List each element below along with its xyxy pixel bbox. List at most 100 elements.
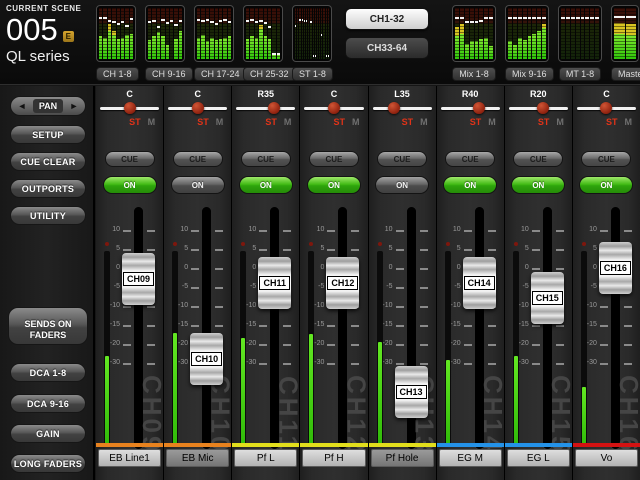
channel-color-bar [436, 443, 504, 447]
fader-knob[interactable]: CH12 [326, 257, 360, 309]
dca-9-16-button[interactable]: DCA 9-16 [10, 394, 86, 413]
fader-knob[interactable]: CH09 [122, 253, 155, 305]
utility-button[interactable]: UTILITY [10, 206, 86, 225]
fader-knob[interactable]: CH15 [530, 272, 564, 324]
level-meter-bar [512, 8, 517, 59]
level-meter-bar [263, 8, 268, 59]
meter-bank-button[interactable]: Master [611, 67, 640, 81]
pan-left-arrow-icon[interactable]: ◄ [11, 97, 33, 115]
level-meter-bar [214, 8, 219, 59]
meter-bank-button[interactable]: Mix 1-8 [452, 67, 496, 81]
pan-mode-control: ◄ PAN ► [10, 96, 86, 116]
sends-on-faders-button[interactable]: SENDS ON FADERS [8, 307, 88, 345]
channel-name[interactable]: Vo [574, 449, 638, 467]
pan-slider[interactable] [236, 102, 296, 114]
channel-name[interactable]: EG M [438, 449, 502, 467]
on-button[interactable]: ON [170, 176, 225, 194]
fader-position-marker [595, 17, 599, 20]
channel-name[interactable]: EB Mic [166, 449, 230, 467]
cue-button[interactable]: CUE [377, 151, 428, 167]
meter-bridge-right: Mix 1-8 Mix 9-16 MT 1-8 Master [452, 5, 640, 81]
pan-knob-icon[interactable] [123, 102, 136, 114]
pan-slider[interactable] [100, 102, 160, 114]
fader-position-marker [314, 54, 316, 57]
bank-ch1-32-button[interactable]: CH1-32 [345, 8, 429, 30]
cue-button[interactable]: CUE [172, 151, 223, 167]
pan-slider[interactable] [576, 102, 636, 114]
fader-scale-tick: 10 [369, 226, 436, 233]
level-meter-bar [259, 8, 263, 59]
cue-button[interactable]: CUE [581, 151, 632, 167]
mono-assign-label: M [147, 117, 156, 127]
cue-button[interactable]: CUE [513, 151, 564, 167]
channel-name[interactable]: Pf L [234, 449, 298, 467]
pan-knob-icon[interactable] [267, 102, 280, 114]
on-button[interactable]: ON [102, 176, 157, 194]
channel-name[interactable]: Pf H [302, 449, 366, 467]
fader-position-marker [310, 21, 312, 24]
cue-button[interactable]: CUE [445, 151, 496, 167]
level-meter-bar [169, 8, 174, 59]
cue-button[interactable]: CUE [104, 151, 155, 167]
pan-knob-icon[interactable] [536, 102, 549, 114]
cue-clear-button[interactable]: CUE CLEAR [10, 152, 86, 171]
bank-ch33-64-button[interactable]: CH33-64 [345, 37, 429, 59]
dca-1-8-button[interactable]: DCA 1-8 [10, 363, 86, 382]
setup-button[interactable]: SETUP [10, 125, 86, 144]
on-button[interactable]: ON [443, 176, 498, 194]
meter-bank-button[interactable]: ST 1-8 [292, 67, 333, 81]
pan-knob-icon[interactable] [388, 102, 401, 114]
stereo-assign-label: ST [605, 117, 618, 127]
on-button[interactable]: ON [511, 176, 566, 194]
pan-knob-icon[interactable] [473, 102, 486, 114]
on-button[interactable]: ON [238, 176, 293, 194]
level-meter-bar [319, 8, 321, 59]
meter-bank-button[interactable]: CH 25-32 [243, 67, 296, 81]
pan-slider[interactable] [440, 102, 500, 114]
fader-knob[interactable]: CH16 [598, 242, 632, 294]
pan-slider[interactable] [304, 102, 364, 114]
fader-position-marker [218, 20, 223, 23]
channel-name[interactable]: EB Line1 [98, 449, 162, 467]
pan-knob-icon[interactable] [191, 102, 204, 114]
bus-assign-indicators: ST M [606, 117, 632, 127]
level-meter-bar [327, 8, 330, 59]
meter-bank-button[interactable]: CH 1-8 [96, 67, 139, 81]
channel-name[interactable]: EG L [506, 449, 570, 467]
gain-button[interactable]: GAIN [10, 424, 86, 443]
fader-knob-label: CH09 [123, 272, 154, 286]
on-button[interactable]: ON [579, 176, 634, 194]
meter-bank-button[interactable]: Mix 9-16 [505, 67, 554, 81]
fader-position-marker [522, 17, 527, 20]
cue-button[interactable]: CUE [308, 151, 359, 167]
fader-position-marker [129, 18, 133, 21]
fader-position-marker [299, 18, 301, 21]
on-button[interactable]: ON [375, 176, 430, 194]
pan-slider[interactable] [508, 102, 568, 114]
pan-slider[interactable] [372, 102, 432, 114]
fader-knob[interactable]: CH13 [394, 366, 428, 418]
pan-slider[interactable] [168, 102, 228, 114]
top-bar: CURRENT SCENE 005 E QL series CH 1-8 CH … [0, 0, 640, 85]
channel-name[interactable]: Pf Hole [370, 449, 434, 467]
long-faders-button[interactable]: LONG FADERS [10, 454, 86, 473]
level-meter-bar [272, 8, 277, 59]
fader-knob[interactable]: CH10 [190, 333, 224, 385]
meter-bank-button[interactable]: CH 17-24 [194, 67, 247, 81]
cue-button[interactable]: CUE [240, 151, 291, 167]
on-button[interactable]: ON [306, 176, 361, 194]
pan-right-arrow-icon[interactable]: ► [63, 97, 85, 115]
fader-knob[interactable]: CH11 [258, 257, 292, 309]
fader-knob[interactable]: CH14 [462, 257, 496, 309]
channel-color-bar [368, 443, 436, 447]
pan-knob-icon[interactable] [600, 102, 613, 114]
current-scene-panel[interactable]: CURRENT SCENE 005 E QL series [6, 4, 94, 65]
outports-button[interactable]: OUTPORTS [10, 179, 86, 198]
channel-color-bar [572, 443, 640, 447]
meter-group: ST 1-8 [292, 5, 333, 81]
pan-knob-icon[interactable] [327, 102, 340, 114]
channel-meter [240, 251, 247, 447]
meter-box [558, 5, 602, 62]
meter-bank-button[interactable]: CH 9-16 [145, 67, 193, 81]
meter-bank-button[interactable]: MT 1-8 [558, 67, 602, 81]
